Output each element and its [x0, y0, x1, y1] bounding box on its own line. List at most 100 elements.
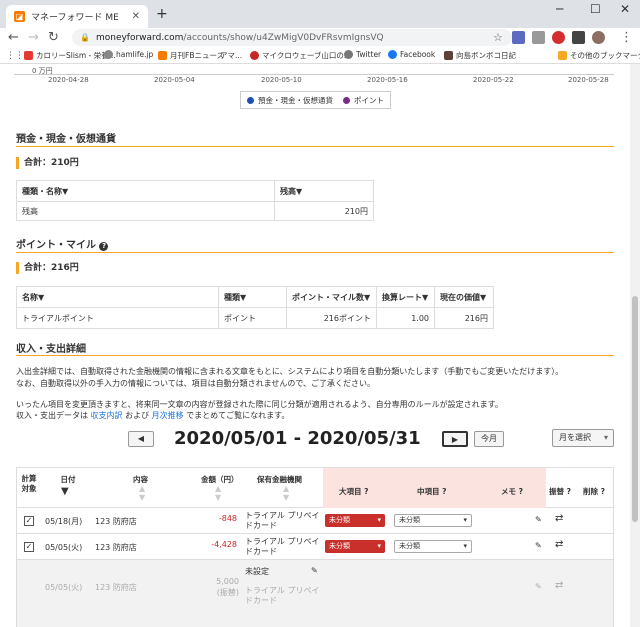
bookmark-item[interactable]: アマ...: [220, 50, 242, 61]
deposit-name: 残高: [16, 201, 275, 221]
column-header[interactable]: 名称▼: [16, 286, 219, 308]
extension-icon[interactable]: [532, 31, 545, 44]
help-icon: ?: [364, 487, 369, 496]
tx-institution: トライアル プリペイ ドカード: [245, 537, 320, 556]
bookmark-item[interactable]: hamlife.jp: [104, 50, 153, 59]
tx-amount: -4,428: [211, 540, 237, 549]
x-tick-label: 2020-05-10: [261, 76, 302, 84]
extension-icon[interactable]: [552, 31, 565, 44]
help-icon: ?: [442, 487, 447, 496]
minimize-icon[interactable]: ─: [556, 2, 563, 16]
middle-category-select[interactable]: 未分類 ▾: [394, 540, 472, 553]
deposits-title: 預金・現金・仮想通貨: [16, 134, 116, 145]
close-window-icon[interactable]: ✕: [620, 2, 630, 16]
next-month-button[interactable]: ▶: [442, 431, 468, 447]
bookmark-item[interactable]: 向島ボンボコ日記: [444, 50, 516, 61]
month-select[interactable]: 月を選択 ▾: [552, 429, 614, 447]
edit-memo-icon[interactable]: ✎: [535, 582, 542, 591]
edit-memo-icon[interactable]: ✎: [535, 515, 542, 524]
tx-amount: 5,000 (振替): [216, 577, 239, 597]
chevron-down-icon: ▾: [603, 433, 608, 442]
new-tab-icon[interactable]: +: [156, 6, 168, 22]
back-icon[interactable]: ←: [8, 28, 19, 48]
description-text: いったん項目を変更頂きますと、将来同一文章の内容が登録された際に同じ分類が適用さ…: [16, 400, 503, 409]
major-category-select[interactable]: 未分類 ▾: [325, 514, 385, 527]
calc-checkbox[interactable]: ✓: [24, 516, 34, 526]
maximize-icon[interactable]: ☐: [590, 2, 601, 16]
bookmark-item[interactable]: 月刊FBニュース: [158, 50, 224, 61]
bookmark-folder[interactable]: その他のブックマーク: [558, 50, 640, 61]
forward-icon[interactable]: →: [28, 28, 39, 48]
calc-checkbox[interactable]: ✓: [24, 542, 34, 552]
transfer-icon[interactable]: ⇄: [555, 580, 563, 591]
apps-icon[interactable]: ⋮⋮: [6, 48, 24, 64]
extension-icon[interactable]: [572, 31, 585, 44]
sort-desc-icon[interactable]: ▼: [61, 486, 69, 497]
column-header[interactable]: 換算レート▼: [376, 286, 435, 308]
column-header[interactable]: 種類▼: [218, 286, 287, 308]
page-content: 0 万円 2020-04-28 2020-05-04 2020-05-10 20…: [0, 64, 630, 627]
tx-date: 05/05(火): [45, 583, 83, 592]
income-breakdown-link[interactable]: 収支内訳: [91, 411, 123, 420]
column-header[interactable]: 種類・名称▼: [16, 180, 275, 202]
x-axis-line: [14, 74, 614, 75]
table-row: ✓ 05/18(月) 123 防府店 -848 トライアル プリペイ ドカード 未…: [17, 508, 613, 534]
scrollbar-thumb[interactable]: [632, 296, 638, 522]
tx-institution: トライアル プリペイ ドカード: [245, 511, 320, 530]
url-host: moneyforward.com: [95, 32, 184, 43]
browser-tab-strip: ◪ マネーフォワード ME ✕ + ─ ☐ ✕: [0, 0, 640, 28]
chart-legend: 預金・現金・仮想通貨 ポイント: [240, 91, 391, 109]
address-bar[interactable]: 🔒 moneyforward.com /accounts/show/u4ZwMi…: [72, 29, 512, 46]
legend-swatch: [343, 96, 350, 104]
section-divider: [16, 252, 614, 253]
close-tab-icon[interactable]: ✕: [132, 11, 140, 22]
prev-month-button[interactable]: ◀: [128, 431, 154, 447]
column-header-date[interactable]: 日付: [57, 474, 79, 485]
legend-swatch: [247, 96, 254, 104]
extension-icon[interactable]: [512, 31, 525, 44]
table-row: ✓ 05/05(火) 123 防府店 -4,428 トライアル プリペイ ドカード…: [17, 534, 613, 560]
help-icon: ?: [600, 487, 605, 496]
column-header[interactable]: 現在の価値▼: [434, 286, 494, 308]
major-category-select[interactable]: 未分類 ▾: [325, 540, 385, 553]
description-text: なお、自動取得以外の手入力の情報については、項目は自動分類されませんので、ご了承…: [16, 379, 376, 388]
bookmark-item[interactable]: Facebook: [388, 50, 435, 59]
point-value: 216円: [434, 307, 494, 329]
lock-icon: 🔒: [80, 33, 90, 42]
monthly-trend-link[interactable]: 月次推移: [152, 411, 184, 420]
bookmark-star-icon[interactable]: ☆: [493, 28, 503, 48]
transactions-table: 計算対象 日付 ▼ 内容 ▲ ▼ 金額（円） ▲ ▼ 保有金融機関 ▲ ▼ 大項目 ?…: [16, 467, 614, 627]
this-month-button[interactable]: 今月: [474, 431, 504, 447]
tx-content: 123 防府店: [95, 583, 137, 592]
edit-transfer-icon[interactable]: ✎: [311, 566, 318, 575]
browser-tab[interactable]: ◪ マネーフォワード ME ✕: [6, 5, 148, 28]
tab-title: マネーフォワード ME: [31, 13, 119, 23]
description-text: 入出金詳細では、自動取得された金融機関の情報に含まれる文章をもとに、システムによ…: [16, 367, 564, 376]
edit-memo-icon[interactable]: ✎: [535, 541, 542, 550]
column-header[interactable]: ポイント・マイル数▼: [286, 286, 377, 308]
menu-icon[interactable]: ⋮: [620, 28, 633, 48]
column-header-institution[interactable]: 保有金融機関: [257, 474, 302, 485]
transfer-icon[interactable]: ⇄: [555, 513, 563, 524]
bookmark-item[interactable]: カロリーSlism - 栄養...: [24, 50, 116, 61]
tx-date: 05/05(火): [45, 543, 83, 552]
tx-institution: トライアル プリペイ ドカード: [245, 586, 320, 605]
column-header-major: 大項目 ?: [339, 487, 369, 496]
tx-date: 05/18(月): [45, 517, 83, 526]
transfer-icon[interactable]: ⇄: [555, 539, 563, 550]
deposits-table: 種類・名称▼ 残高▼ 残高 210円: [16, 180, 374, 221]
middle-category-select[interactable]: 未分類 ▾: [394, 514, 472, 527]
x-tick-label: 2020-04-28: [48, 76, 89, 84]
help-icon[interactable]: ?: [99, 242, 109, 251]
bookmark-item[interactable]: Twitter: [344, 50, 381, 59]
column-header[interactable]: 残高▼: [274, 180, 374, 202]
sort-icon[interactable]: ▲ ▼: [283, 484, 289, 502]
sort-icon[interactable]: ▲ ▼: [215, 484, 221, 502]
point-type: ポイント: [218, 307, 287, 329]
legend-label: 預金・現金・仮想通貨: [258, 95, 333, 105]
x-tick-label: 2020-05-28: [568, 76, 609, 84]
profile-avatar[interactable]: [592, 31, 605, 44]
reload-icon[interactable]: ↻: [48, 28, 59, 48]
bookmark-item[interactable]: マイクロウェーブ山口の...: [250, 50, 351, 61]
sort-icon[interactable]: ▲ ▼: [139, 484, 145, 502]
